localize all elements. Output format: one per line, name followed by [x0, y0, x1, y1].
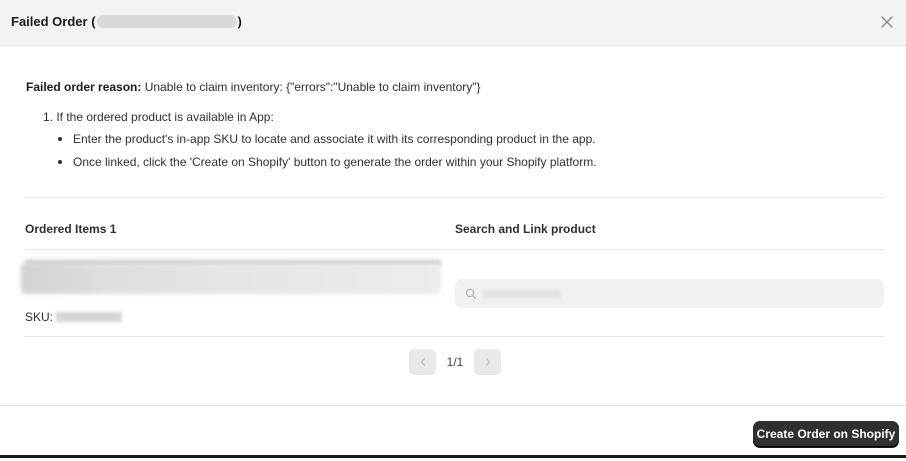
redacted-sku-value — [56, 312, 123, 322]
search-link-heading: Search and Link product — [455, 222, 596, 236]
instruction-bullet: Enter the product's in-app SKU to locate… — [58, 132, 596, 146]
close-icon — [881, 16, 893, 28]
window-bottom-edge — [0, 455, 906, 458]
bullet-dot — [58, 160, 62, 164]
instruction-bullet: Once linked, click the 'Create on Shopif… — [58, 155, 597, 169]
modal-header: Failed Order ( ) — [0, 0, 906, 46]
chevron-right-icon — [485, 357, 490, 367]
sku-label: SKU: — [25, 310, 54, 324]
instruction-bullet-text: Once linked, click the 'Create on Shopif… — [73, 155, 597, 169]
ordered-items-heading: Ordered Items 1 — [25, 222, 117, 236]
close-button[interactable] — [878, 13, 896, 31]
pagination: 1/1 — [409, 349, 501, 375]
modal-title-prefix: Failed Order ( — [11, 14, 96, 29]
failed-reason-label: Failed order reason: — [26, 80, 142, 94]
search-icon — [465, 288, 477, 299]
table-header-divider — [25, 249, 884, 250]
instruction-bullet-text: Enter the product's in-app SKU to locate… — [73, 132, 596, 146]
product-search-input[interactable] — [455, 279, 884, 308]
failed-reason-text: Unable to claim inventory: {"errors":"Un… — [141, 80, 481, 94]
modal-title: Failed Order ( ) — [11, 14, 242, 29]
page-indicator: 1/1 — [446, 355, 464, 369]
section-divider — [25, 197, 884, 198]
failed-reason: Failed order reason: Unable to claim inv… — [26, 80, 481, 94]
redacted-search-value — [483, 289, 561, 298]
bullet-dot — [58, 137, 62, 141]
instruction-step-1: 1. If the ordered product is available i… — [43, 110, 274, 124]
redacted-order-id — [96, 15, 237, 28]
footer-divider — [0, 405, 906, 406]
redacted-product-name — [21, 264, 441, 294]
chevron-left-icon — [420, 357, 425, 367]
create-order-on-shopify-button[interactable]: Create Order on Shopify — [753, 421, 899, 447]
next-page-button[interactable] — [474, 349, 501, 375]
prev-page-button[interactable] — [409, 349, 436, 375]
item-sku: SKU: — [25, 310, 123, 324]
table-row-divider — [25, 336, 884, 337]
modal-title-suffix: ) — [237, 14, 242, 29]
failed-order-modal: Failed Order ( ) Failed order reason: Un… — [0, 0, 906, 458]
